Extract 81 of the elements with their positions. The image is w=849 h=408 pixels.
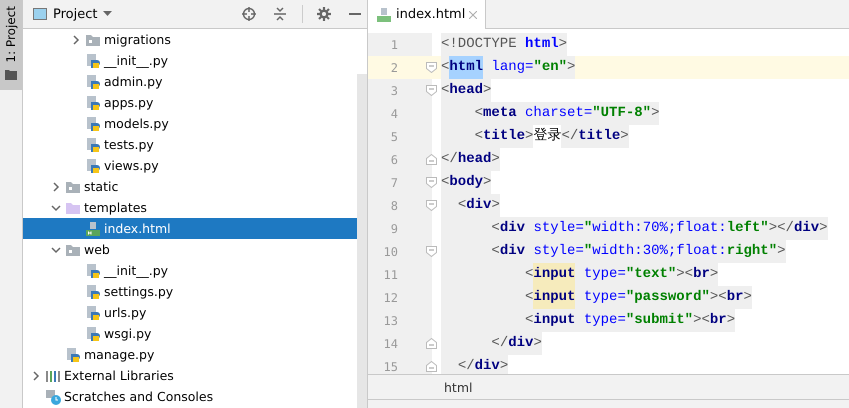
line-number: 5	[390, 130, 398, 144]
code-line: <div>	[432, 194, 500, 217]
line-number: 14	[382, 336, 398, 350]
line-number: 9	[390, 222, 398, 236]
target-icon[interactable]	[242, 7, 256, 21]
code-line: <input type="password"><br>	[432, 286, 752, 309]
line-number: 10	[382, 244, 398, 258]
fold-marker-icon[interactable]	[426, 361, 437, 372]
python-file-icon	[85, 52, 101, 68]
tree-item[interactable]: views.py	[23, 155, 357, 176]
chevron-down-icon[interactable]	[51, 244, 61, 254]
folder-icon	[5, 68, 17, 80]
project-tool-tab[interactable]: 1: Project	[0, 0, 22, 90]
chevron-right-icon[interactable]	[51, 182, 61, 192]
tree-item[interactable]: web	[23, 239, 357, 260]
fold-marker-icon[interactable]	[426, 85, 437, 96]
python-file-icon	[85, 262, 101, 278]
fold-marker-icon[interactable]	[426, 177, 437, 188]
line-number: 1	[390, 38, 398, 52]
code-line: <input type="submit"><br>	[432, 309, 736, 332]
panel-title[interactable]: Project	[53, 6, 98, 22]
python-file-icon	[85, 116, 101, 132]
tree-item[interactable]: urls.py	[23, 302, 357, 323]
code-line: <div style="width:70%;float:left"></div>	[432, 217, 828, 240]
settings-icon[interactable]	[317, 7, 331, 21]
close-icon[interactable]	[469, 10, 478, 18]
tree-item[interactable]: wsgi.py	[23, 323, 357, 344]
line-number: 4	[390, 106, 398, 120]
tree-item[interactable]: manage.py	[23, 344, 357, 365]
window-icon	[33, 8, 47, 20]
fold-marker-icon[interactable]	[426, 338, 437, 349]
collapse-all-icon[interactable]	[274, 7, 286, 21]
line-number: 15	[382, 360, 398, 374]
html-file-icon	[376, 6, 392, 22]
tree-item[interactable]: tests.py	[23, 134, 357, 155]
tree-item[interactable]: models.py	[23, 113, 357, 134]
breadcrumb[interactable]: html	[444, 380, 472, 394]
tree-item[interactable]: migrations	[23, 29, 357, 50]
python-file-icon	[65, 346, 81, 362]
python-file-icon	[85, 304, 101, 320]
fold-marker-icon[interactable]	[426, 62, 437, 73]
line-number: 6	[390, 152, 398, 166]
line-number: 12	[382, 290, 398, 304]
code-line: <meta charset="UTF-8">	[432, 102, 660, 125]
tree-item[interactable]: static	[23, 176, 357, 197]
fold-marker-icon[interactable]	[426, 154, 437, 165]
tree-item[interactable]: templates	[23, 197, 357, 218]
python-file-icon	[85, 74, 101, 90]
code-line: <div style="width:30%;float:right">	[432, 240, 786, 263]
python-file-icon	[85, 158, 101, 174]
html-file-icon	[85, 220, 101, 236]
tree-item[interactable]: Scratches and Consoles	[23, 386, 357, 407]
python-file-icon	[85, 326, 101, 342]
fold-marker-icon[interactable]	[426, 246, 437, 257]
python-file-icon	[85, 136, 101, 152]
tree-item[interactable]: External Libraries	[23, 365, 357, 386]
code-line: <input type="text"><br>	[432, 263, 718, 286]
line-number: 2	[390, 60, 398, 74]
editor-tab[interactable]: index.html	[368, 0, 486, 29]
chevron-right-icon[interactable]	[31, 370, 41, 380]
tree-item[interactable]: __init__.py	[23, 260, 357, 281]
tree-item[interactable]: apps.py	[23, 92, 357, 113]
tree-item[interactable]: __init__.py	[23, 50, 357, 71]
chevron-right-icon[interactable]	[71, 34, 81, 44]
tree-item[interactable]: settings.py	[23, 281, 357, 302]
code-line: <title>登录</title>	[432, 125, 629, 148]
line-number: 8	[390, 198, 398, 212]
python-file-icon	[85, 94, 101, 110]
line-number: 7	[390, 176, 398, 190]
code-line: <html lang="en">	[432, 56, 576, 79]
tree-item[interactable]: admin.py	[23, 71, 357, 92]
line-number: 11	[382, 268, 398, 282]
python-file-icon	[85, 284, 101, 300]
fold-marker-icon[interactable]	[426, 200, 437, 211]
scratches-icon	[45, 388, 61, 404]
scrollbar[interactable]	[357, 74, 367, 408]
line-number: 13	[382, 314, 398, 328]
line-number: 3	[390, 84, 398, 98]
chevron-down-icon[interactable]	[51, 202, 61, 212]
tree-item[interactable]: index.html	[23, 218, 357, 239]
dropdown-caret-icon[interactable]	[103, 11, 112, 17]
